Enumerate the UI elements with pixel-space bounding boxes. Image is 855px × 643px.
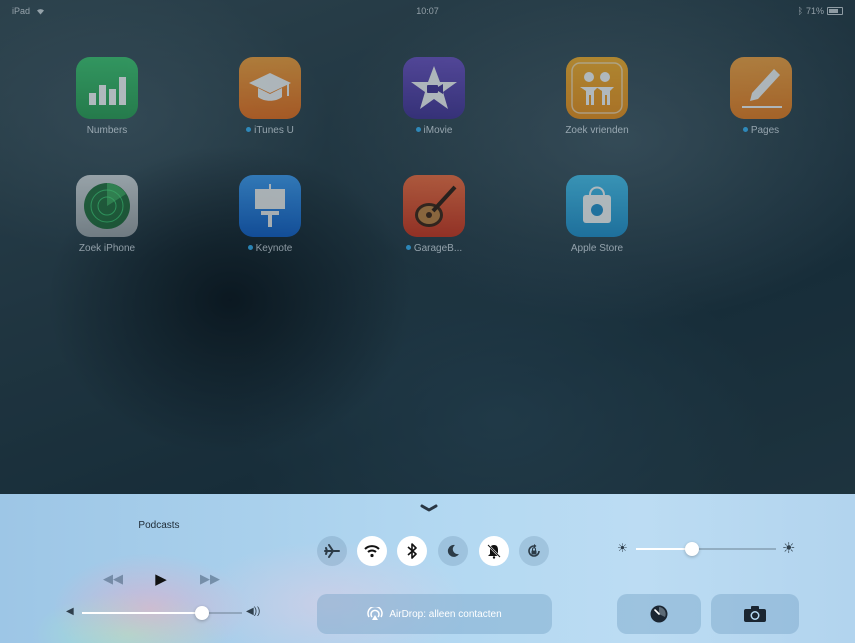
rotation-lock-toggle[interactable] xyxy=(519,536,549,566)
badge-dot xyxy=(247,245,253,250)
chevron-down-icon[interactable] xyxy=(420,504,438,512)
app-find-friends[interactable]: Zoek vrienden xyxy=(552,57,642,136)
app-numbers[interactable]: Numbers xyxy=(62,57,152,136)
app-label: Pages xyxy=(716,125,806,136)
airplane-mode-toggle[interactable] xyxy=(317,536,347,566)
app-label: Keynote xyxy=(225,243,315,254)
moon-icon xyxy=(447,544,459,557)
volume-low-icon: ◀ xyxy=(66,606,74,617)
camera-icon xyxy=(744,606,766,622)
brightness-knob[interactable] xyxy=(685,542,699,556)
badge-dot xyxy=(415,127,421,132)
app-label: Apple Store xyxy=(570,243,624,254)
bell-mute-icon xyxy=(487,544,501,559)
volume-knob[interactable] xyxy=(195,606,209,620)
apple-store-icon xyxy=(566,175,628,237)
ipad-screen: iPad 10:07 ᛒ 71% Numbers iTunes U iMovie… xyxy=(0,0,855,643)
timer-icon xyxy=(650,605,668,623)
status-right: ᛒ 71% xyxy=(798,6,843,16)
app-imovie[interactable]: iMovie xyxy=(389,57,479,136)
airdrop-button[interactable]: AirDrop: alleen contacten xyxy=(317,594,552,634)
rewind-icon[interactable]: ◀◀ xyxy=(100,570,126,588)
find-friends-icon xyxy=(566,57,628,119)
timer-button[interactable] xyxy=(617,594,701,634)
brightness-high-icon: ☀ xyxy=(782,540,796,557)
play-icon[interactable]: ▶ xyxy=(148,570,174,588)
app-label: iTunes U xyxy=(225,125,315,136)
mute-toggle[interactable] xyxy=(479,536,509,566)
airdrop-icon xyxy=(367,607,384,620)
battery-percent: 71% xyxy=(805,6,824,16)
status-bar: iPad 10:07 ᛒ 71% xyxy=(0,0,855,18)
volume-track xyxy=(82,612,202,614)
badge-dot xyxy=(742,127,748,132)
app-label: Zoek iPhone xyxy=(78,243,136,254)
status-time: 10:07 xyxy=(416,6,439,16)
itunes-u-icon xyxy=(239,57,301,119)
imovie-icon xyxy=(403,57,465,119)
garageband-icon xyxy=(403,175,465,237)
fast-forward-icon[interactable]: ▶▶ xyxy=(197,570,223,588)
battery-icon xyxy=(827,7,843,15)
app-label: Numbers xyxy=(86,125,128,136)
app-apple-store[interactable]: Apple Store xyxy=(552,175,642,254)
find-iphone-icon xyxy=(76,175,138,237)
brightness-track xyxy=(636,548,692,550)
airplane-icon xyxy=(324,544,340,558)
bluetooth-toggle[interactable] xyxy=(397,536,427,566)
now-playing-title: Podcasts xyxy=(138,520,180,531)
pages-icon xyxy=(730,57,792,119)
bluetooth-icon xyxy=(407,543,417,559)
wifi-icon xyxy=(364,545,380,558)
app-label: Zoek vrienden xyxy=(565,125,629,136)
brightness-low-icon: ☀ xyxy=(617,541,628,555)
numbers-icon xyxy=(76,57,138,119)
app-label: GarageB... xyxy=(389,243,479,254)
airdrop-label: AirDrop: alleen contacten xyxy=(389,608,502,620)
app-keynote[interactable]: Keynote xyxy=(225,175,315,254)
camera-button[interactable] xyxy=(711,594,799,634)
wifi-toggle[interactable] xyxy=(357,536,387,566)
bluetooth-status-icon: ᛒ xyxy=(797,6,803,16)
volume-slider[interactable] xyxy=(82,606,242,620)
badge-dot xyxy=(405,245,411,250)
app-find-iphone[interactable]: Zoek iPhone xyxy=(62,175,152,254)
brightness-slider[interactable] xyxy=(636,542,776,556)
badge-dot xyxy=(246,127,252,132)
do-not-disturb-toggle[interactable] xyxy=(438,536,468,566)
app-itunes-u[interactable]: iTunes U xyxy=(225,57,315,136)
app-pages[interactable]: Pages xyxy=(716,57,806,136)
app-garageband[interactable]: GarageB... xyxy=(389,175,479,254)
rotation-lock-icon xyxy=(528,544,540,557)
app-label: iMovie xyxy=(389,125,479,136)
volume-high-icon: ◀)) xyxy=(246,606,261,617)
keynote-icon xyxy=(239,175,301,237)
